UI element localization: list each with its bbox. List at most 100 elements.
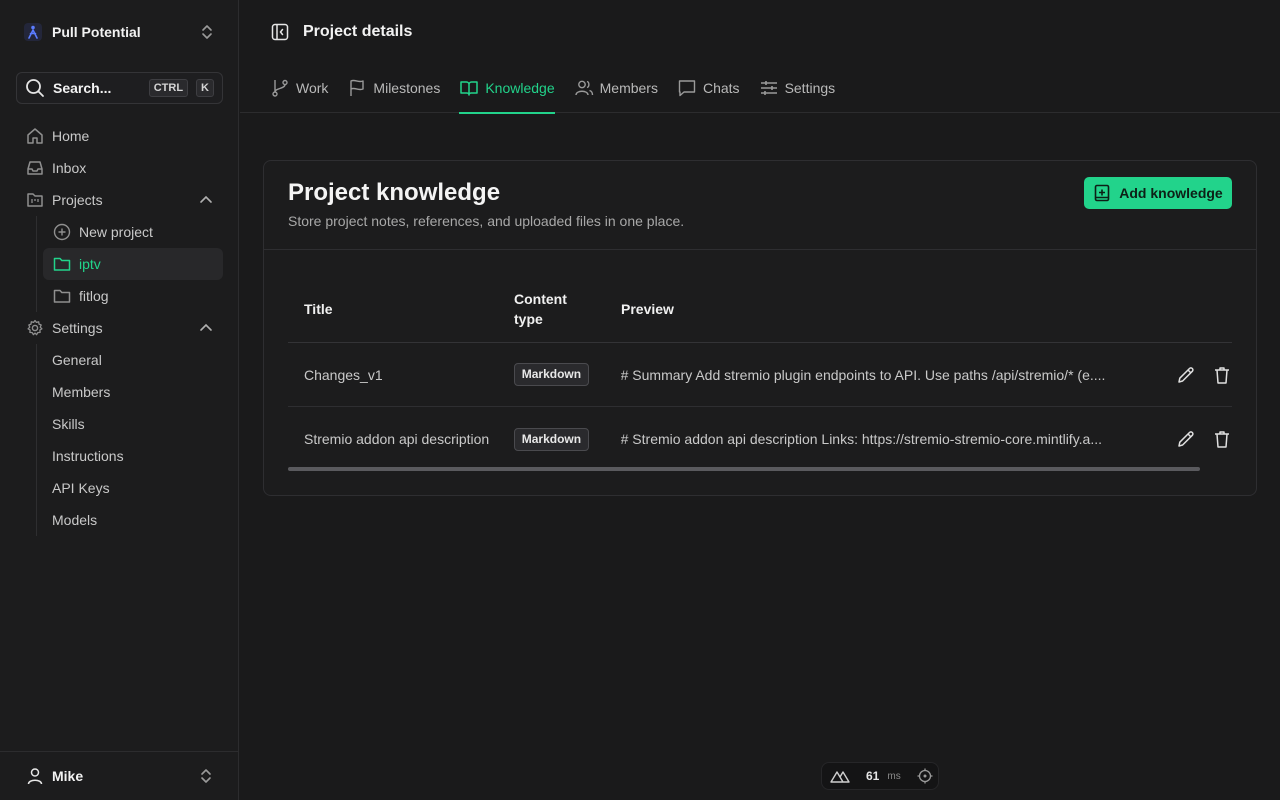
user-icon [26,767,44,785]
add-knowledge-button[interactable]: Add knowledge [1084,177,1232,209]
sidebar-item-instructions[interactable]: Instructions [43,440,223,472]
sidebar-item-new-project[interactable]: New project [43,216,223,248]
edit-pencil-icon[interactable] [1176,365,1196,385]
knowledge-card: Project knowledge Store project notes, r… [263,160,1257,496]
table-row[interactable]: Stremio addon api description Markdown #… [288,407,1232,471]
book-icon [459,78,479,98]
knowledge-table: Title Content type Preview Changes_v1 Ma… [288,275,1232,471]
topbar: Project details [240,0,1280,64]
sidebar-item-label: Projects [52,192,103,208]
tab-work[interactable]: Work [270,64,328,113]
inbox-icon [26,159,44,177]
tab-label: Chats [702,80,740,96]
dev-toolbar: 61 ms [821,762,939,790]
sidebar-item-label: Skills [52,416,85,432]
column-preview: Preview [621,300,674,317]
main-content: Project details Work Milestones Knowledg… [240,0,1280,800]
column-content-type: Content type [514,289,621,329]
table-header: Title Content type Preview [288,275,1232,343]
column-title: Title [304,300,333,317]
search-icon [25,78,45,98]
tab-chats[interactable]: Chats [677,64,740,113]
sidebar-item-label: iptv [79,256,101,272]
home-icon [26,127,44,145]
table-row[interactable]: Changes_v1 Markdown # Summary Add stremi… [288,343,1232,407]
sidebar-item-api-keys[interactable]: API Keys [43,472,223,504]
sidebar-item-label: Models [52,512,98,528]
row-title: Changes_v1 [304,366,383,383]
render-time-unit: ms [887,770,901,782]
search-label: Search... [53,80,112,96]
sidebar-item-label: fitlog [79,288,109,304]
crosshair-icon[interactable] [917,768,933,784]
sidebar-item-fitlog[interactable]: fitlog [43,280,223,312]
row-preview: # Summary Add stremio plugin endpoints t… [620,366,1106,383]
row-title: Stremio addon api description [304,431,490,447]
sidebar-toggle-icon[interactable] [271,23,289,41]
shortcut-ctrl: CTRL [148,79,189,97]
sidebar-item-label: Inbox [52,160,87,176]
tab-members[interactable]: Members [574,64,658,113]
tab-settings[interactable]: Settings [759,64,836,113]
tab-label: Settings [784,80,836,96]
chevron-updown-icon [199,767,213,785]
workspace-logo-icon [24,23,42,41]
shortcut-k: K [196,79,214,97]
chevron-up-icon[interactable] [199,193,213,207]
sidebar-item-skills[interactable]: Skills [43,408,223,440]
nuxt-logo-icon[interactable] [830,769,850,783]
sidebar-item-inbox[interactable]: Inbox [16,152,223,184]
workspace-switcher[interactable]: Pull Potential [16,16,222,48]
user-name: Mike [52,768,84,784]
row-type-cell: Markdown [513,427,621,451]
sidebar-item-label: Instructions [52,448,124,464]
sidebar-item-label: Home [52,128,90,144]
delete-trash-icon[interactable] [1212,429,1232,449]
tab-label: Members [599,80,658,96]
page-title: Project details [303,23,413,40]
add-knowledge-label: Add knowledge [1119,185,1223,201]
sidebar-item-models[interactable]: Models [43,504,223,536]
sliders-icon [759,78,779,98]
sidebar-item-label: General [52,352,102,368]
settings-subnav: General Members Skills Instructions API … [36,344,223,536]
horizontal-scrollbar[interactable] [288,467,1200,471]
sidebar-item-settings[interactable]: Settings [16,312,223,344]
row-type-cell: Markdown [513,363,621,386]
sidebar-item-general[interactable]: General [43,344,223,376]
row-actions [1160,429,1232,449]
project-tabs: Work Milestones Knowledge Members Chats [240,64,1280,114]
content-type-badge: Markdown [513,363,590,386]
sidebar-item-label: API Keys [52,480,110,496]
render-time-value: 61 [866,769,880,783]
tab-knowledge[interactable]: Knowledge [459,64,555,114]
edit-pencil-icon[interactable] [1176,429,1196,449]
sidebar-item-home[interactable]: Home [16,120,223,152]
sidebar-nav: Home Inbox Projects New project iptv fit… [16,120,223,536]
sidebar-item-projects[interactable]: Projects [16,184,223,216]
git-branch-icon [270,78,290,98]
sidebar-item-label: Settings [52,320,103,336]
user-menu[interactable]: Mike [0,751,239,800]
row-actions [1160,365,1232,385]
folder-icon [53,287,71,305]
column-content-type-line1: Content [514,290,567,307]
sidebar: Pull Potential Search... CTRL K Home Inb… [0,0,239,800]
folder-kanban-icon [26,191,44,209]
search-button[interactable]: Search... CTRL K [16,72,223,104]
tab-milestones[interactable]: Milestones [347,64,440,113]
chevron-up-icon[interactable] [199,321,213,335]
sidebar-item-label: New project [79,224,153,240]
knowledge-card-header: Project knowledge Store project notes, r… [264,161,1256,250]
sidebar-item-iptv[interactable]: iptv [43,248,223,280]
plus-circle-icon [53,223,71,241]
sidebar-item-members[interactable]: Members [43,376,223,408]
row-preview: # Stremio addon api description Links: h… [620,431,1102,447]
tab-label: Work [296,80,329,96]
tab-label: Milestones [373,80,441,96]
content-type-badge: Markdown [513,427,590,451]
delete-trash-icon[interactable] [1212,365,1232,385]
tab-label: Knowledge [485,80,555,96]
chat-icon [677,78,697,98]
workspace-name: Pull Potential [52,24,141,40]
